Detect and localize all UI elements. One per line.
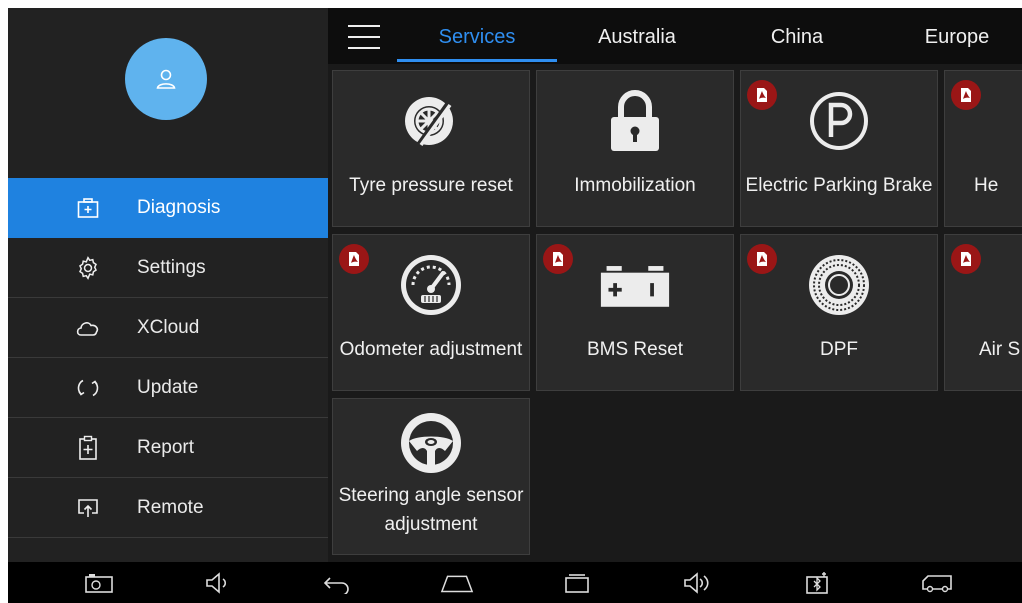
tile-label: He — [974, 175, 999, 196]
toolbox-icon — [75, 195, 101, 221]
tile-label: Electric Parking Brake — [745, 175, 933, 196]
vehicle-icon[interactable] — [920, 568, 954, 598]
tab-china[interactable]: China — [717, 8, 877, 64]
sidebar-item-diagnosis[interactable]: Diagnosis — [8, 178, 328, 238]
sidebar-item-label: Report — [137, 436, 195, 458]
active-tab-indicator — [397, 59, 557, 62]
tyre-icon — [395, 85, 467, 157]
pdf-document-icon[interactable] — [747, 244, 777, 274]
tab-australia[interactable]: Australia — [557, 8, 717, 64]
pdf-document-icon[interactable] — [951, 244, 981, 274]
tile-bms-reset[interactable]: BMS Reset — [536, 234, 734, 391]
tile-tyre-pressure-reset[interactable]: Tyre pressure reset — [332, 70, 530, 227]
pdf-document-icon[interactable] — [543, 244, 573, 274]
tile-dpf[interactable]: DPF — [740, 234, 938, 391]
tile-odometer-adjustment[interactable]: Odometer adjustment — [332, 234, 530, 391]
camera-icon[interactable] — [82, 568, 116, 598]
lock-icon — [599, 85, 671, 157]
volume-down-icon[interactable] — [201, 568, 235, 598]
gear-icon — [75, 255, 101, 281]
back-icon[interactable] — [320, 568, 354, 598]
tile-headlight[interactable]: He — [944, 70, 1022, 227]
hamburger-menu-icon[interactable] — [348, 25, 380, 49]
remote-icon — [75, 495, 101, 521]
sidebar-menu: Diagnosis Settings XCloud Update Report … — [8, 178, 328, 538]
top-bar: Services Australia China Europe — [328, 8, 1022, 64]
sidebar-item-label: Update — [137, 376, 199, 398]
pdf-document-icon[interactable] — [951, 80, 981, 110]
system-nav-bar — [8, 562, 1022, 603]
refresh-icon — [75, 375, 101, 401]
sidebar-item-xcloud[interactable]: XCloud — [8, 298, 328, 358]
tile-label: Tyre pressure reset — [349, 175, 513, 196]
battery-icon — [599, 249, 671, 321]
app-window: Diagnosis Settings XCloud Update Report … — [8, 8, 1022, 603]
sidebar-item-label: Diagnosis — [137, 197, 221, 218]
tile-label: BMS Reset — [586, 339, 684, 360]
sidebar-item-update[interactable]: Update — [8, 358, 328, 418]
sidebar: Diagnosis Settings XCloud Update Report … — [8, 8, 328, 562]
pdf-document-icon[interactable] — [747, 80, 777, 110]
tile-label: Steering angle sensor adjustment — [338, 485, 524, 535]
user-icon — [156, 69, 176, 89]
volume-up-icon[interactable] — [680, 568, 714, 598]
tile-air-suspension[interactable]: Air S — [944, 234, 1022, 391]
avatar[interactable] — [125, 38, 207, 120]
tile-label: DPF — [820, 339, 858, 360]
air-suspension-icon — [1001, 249, 1022, 321]
tile-electric-parking-brake[interactable]: Electric Parking Brake — [740, 70, 938, 227]
odometer-icon — [395, 249, 467, 321]
parking-brake-icon — [803, 85, 875, 157]
tile-immobilization[interactable]: Immobilization — [536, 70, 734, 227]
sidebar-item-label: XCloud — [137, 316, 200, 338]
service-grid: Tyre pressure reset Immobilization Elect… — [328, 64, 1022, 562]
sidebar-item-remote[interactable]: Remote — [8, 478, 328, 538]
report-icon — [75, 435, 101, 461]
tile-steering-angle-sensor-adjustment[interactable]: Steering angle sensor adjustment — [332, 398, 530, 555]
tile-label: Immobilization — [574, 175, 696, 196]
tile-label: Odometer adjustment — [339, 339, 523, 360]
tab-services[interactable]: Services — [397, 8, 557, 64]
sidebar-item-label: Settings — [137, 256, 206, 278]
headlight-icon — [1005, 85, 1022, 157]
cloud-icon — [75, 315, 101, 341]
sidebar-item-settings[interactable]: Settings — [8, 238, 328, 298]
tile-label: Air S — [979, 339, 1021, 360]
sidebar-item-report[interactable]: Report — [8, 418, 328, 478]
tab-europe[interactable]: Europe — [877, 8, 1022, 64]
steering-wheel-icon — [395, 407, 467, 479]
dpf-filter-icon — [803, 249, 875, 321]
home-icon[interactable] — [440, 568, 474, 598]
bluetooth-device-icon[interactable] — [801, 568, 835, 598]
sidebar-item-label: Remote — [137, 496, 204, 518]
recents-icon[interactable] — [560, 568, 594, 598]
pdf-document-icon[interactable] — [339, 244, 369, 274]
